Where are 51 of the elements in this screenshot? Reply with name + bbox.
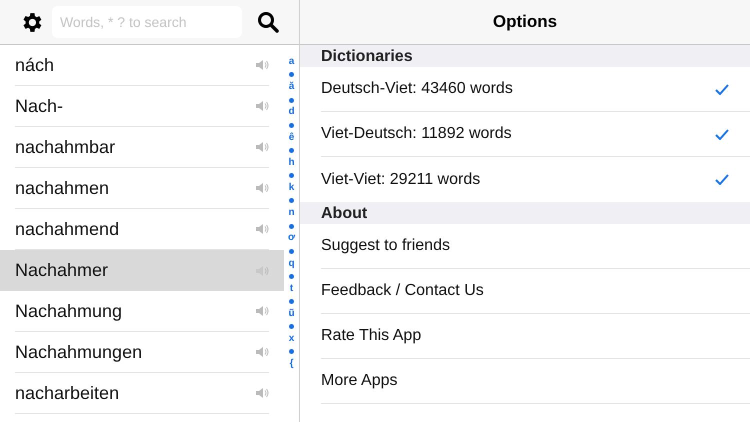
search-field[interactable]: Words, * ? to search: [52, 6, 242, 38]
index-letter[interactable]: t: [290, 282, 294, 296]
option-label: More Apps: [321, 371, 398, 391]
index-letter[interactable]: ơ: [288, 232, 296, 245]
speaker-icon[interactable]: [255, 222, 270, 236]
index-letter[interactable]: ũ: [288, 308, 295, 320]
option-row[interactable]: Suggest to friends: [321, 224, 750, 269]
word-text: Nachahmung: [15, 300, 122, 323]
section-header: About: [321, 204, 368, 224]
option-label: Viet-Viet: 29211 words: [321, 170, 480, 190]
word-text: nachahmbar: [15, 136, 116, 158]
option-row[interactable]: Feedback / Contact Us: [321, 269, 750, 314]
word-text: Nachahmer: [15, 259, 108, 282]
speaker-icon[interactable]: [255, 99, 270, 113]
speaker-icon[interactable]: [255, 58, 270, 72]
speaker-icon[interactable]: [255, 345, 270, 359]
option-row[interactable]: Deutsch-Viet: 43460 words: [321, 67, 750, 112]
index-letter[interactable]: k: [288, 182, 294, 195]
search-icon[interactable]: [256, 9, 280, 35]
index-letter[interactable]: q: [288, 258, 295, 270]
word-text: nacharbeiten: [15, 382, 120, 404]
speaker-icon[interactable]: [255, 181, 270, 195]
option-label: Rate This App: [321, 326, 422, 346]
speaker-icon[interactable]: [255, 304, 270, 318]
option-row[interactable]: Viet-Deutsch: 11892 words: [321, 112, 750, 157]
option-label: Viet-Deutsch: 11892 words: [321, 124, 512, 144]
index-letter[interactable]: a: [288, 56, 294, 69]
speaker-icon[interactable]: [255, 264, 270, 278]
section-header: Dictionaries: [321, 47, 413, 67]
index-letter[interactable]: x: [288, 333, 294, 346]
index-letter[interactable]: ă: [288, 81, 294, 94]
index-letter[interactable]: {: [290, 358, 294, 371]
word-row[interactable]: Nachahmer: [0, 250, 284, 291]
index-letter[interactable]: d: [288, 106, 295, 119]
index-letter[interactable]: n: [288, 207, 295, 220]
word-text: nachahmend: [15, 218, 120, 240]
option-label: Suggest to friends: [321, 236, 450, 256]
option-label: Feedback / Contact Us: [321, 281, 484, 301]
speaker-icon[interactable]: [255, 140, 270, 154]
word-text: nachahmen: [15, 176, 110, 200]
word-text: nách: [15, 54, 54, 76]
word-text: Nach-: [15, 94, 64, 118]
speaker-icon[interactable]: [255, 386, 270, 400]
option-row[interactable]: More Apps: [321, 359, 750, 404]
option-row[interactable]: Rate This App: [321, 314, 750, 359]
option-row[interactable]: Viet-Viet: 29211 words: [321, 157, 750, 202]
options-title: Options: [492, 11, 558, 34]
index-letter[interactable]: ê: [288, 132, 294, 144]
option-label: Deutsch-Viet: 43460 words: [321, 79, 513, 99]
word-text: Nachahmungen: [15, 340, 142, 364]
index-letter[interactable]: h: [288, 156, 295, 170]
